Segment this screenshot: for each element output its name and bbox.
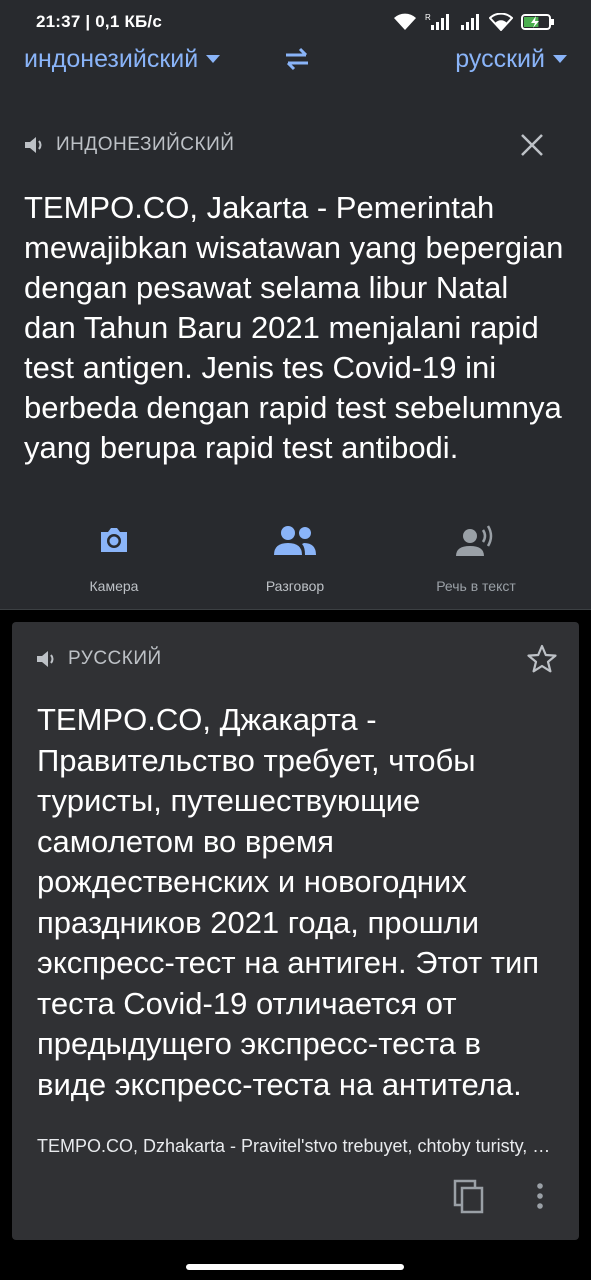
- people-icon: [274, 526, 316, 555]
- svg-text:R: R: [425, 13, 431, 22]
- status-bar: 21:37 | 0,1 КБ/с R: [0, 0, 591, 44]
- conversation-label: Разговор: [265, 578, 325, 594]
- target-language-selector[interactable]: русский: [455, 44, 567, 74]
- result-panel-label: РУССКИЙ: [68, 648, 162, 669]
- battery-icon: [521, 14, 554, 30]
- status-time: 21:37 | 0,1 КБ/с: [36, 12, 163, 31]
- translation-text: TEMPO.CO, Джакарта - Правительство требу…: [37, 702, 540, 1102]
- more-options-button[interactable]: [534, 1182, 546, 1215]
- speaker-icon[interactable]: [36, 649, 58, 669]
- camera-icon: [101, 528, 127, 552]
- clear-text-button[interactable]: [519, 132, 545, 158]
- camera-button[interactable]: Камера: [34, 520, 194, 594]
- source-panel-label: ИНДОНЕЗИЙСКИЙ: [56, 134, 235, 155]
- camera-label: Камера: [89, 578, 139, 594]
- source-panel: ИНДОНЕЗИЙСКИЙ TEMPO.CO, Jakarta - Pemeri…: [0, 90, 591, 610]
- save-translation-button[interactable]: [527, 644, 557, 679]
- voice-icon: [456, 525, 493, 556]
- transliteration-text: TEMPO.CO, Dzhakarta - Pravitel'stvo treb…: [37, 1136, 557, 1156]
- dropdown-arrow-icon: [553, 55, 567, 63]
- target-language-label: русский: [455, 44, 545, 73]
- source-language-header[interactable]: ИНДОНЕЗИЙСКИЙ: [24, 134, 234, 156]
- language-bar: индонезийский русский: [0, 44, 591, 90]
- speech-to-text-button[interactable]: Речь в текст: [396, 520, 556, 594]
- dropdown-arrow-icon: [206, 55, 221, 63]
- more-vert-icon: [537, 1183, 543, 1209]
- source-text[interactable]: TEMPO.CO, Jakarta - Pemerintah mewajibka…: [24, 188, 564, 468]
- source-language-selector[interactable]: индонезийский: [24, 44, 221, 74]
- copy-button[interactable]: [452, 1178, 486, 1221]
- copy-icon: [453, 1179, 484, 1214]
- swap-languages-button[interactable]: [282, 46, 312, 77]
- input-tools: Камера Разговор Речь в текст: [0, 520, 591, 610]
- translation-card: РУССКИЙ TEMPO.CO, Джакарта - Правительст…: [12, 622, 579, 1240]
- wifi-icon: [489, 13, 513, 31]
- wifi-icon: [394, 13, 416, 30]
- star-icon: [527, 644, 557, 673]
- target-language-header[interactable]: РУССКИЙ: [36, 648, 162, 670]
- signal-icon: [461, 14, 479, 30]
- gesture-nav-bar[interactable]: [186, 1264, 404, 1270]
- speaker-icon[interactable]: [24, 135, 46, 155]
- speech-label: Речь в текст: [436, 578, 516, 594]
- signal-icon: R: [425, 13, 449, 30]
- close-icon: [521, 134, 543, 156]
- conversation-button[interactable]: Разговор: [215, 520, 375, 594]
- source-language-label: индонезийский: [24, 44, 199, 73]
- status-icons: R: [393, 13, 555, 31]
- swap-icon: [286, 47, 308, 71]
